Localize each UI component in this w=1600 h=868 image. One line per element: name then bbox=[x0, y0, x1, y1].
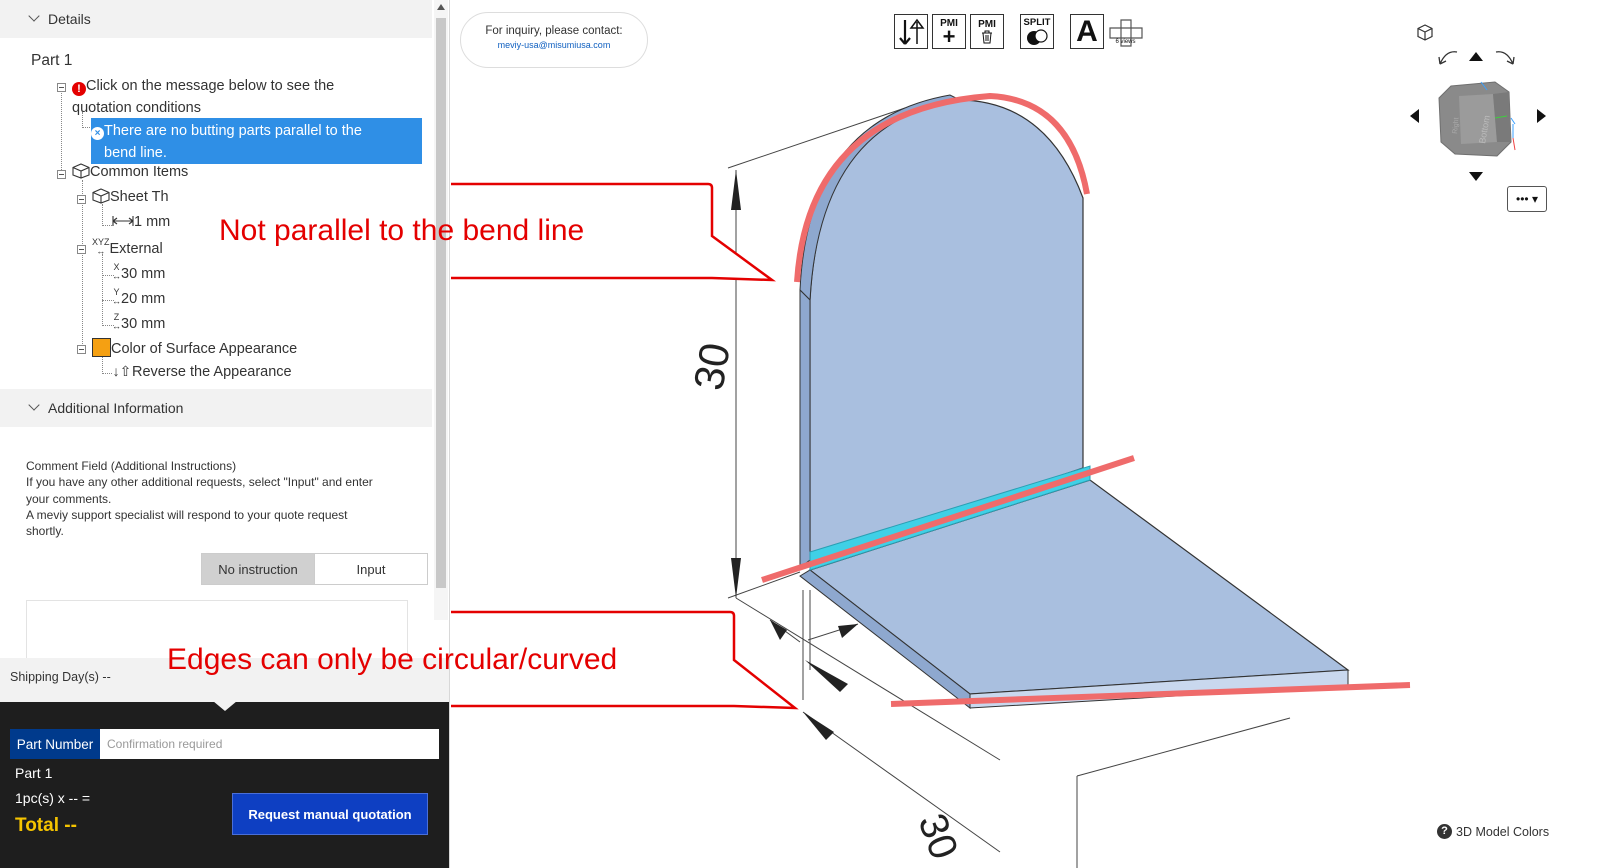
common-items-label: Common Items bbox=[90, 164, 189, 180]
reverse-arrows-icon: ↓⇧ bbox=[112, 363, 132, 379]
app: Details Part 1 ! Click on the message be… bbox=[0, 0, 1600, 868]
selected-error-text-1: There are no butting parts parallel to t… bbox=[104, 123, 362, 139]
comment-line4: shortly. bbox=[26, 524, 64, 539]
part-number-label: Part Number bbox=[10, 729, 100, 759]
xyz-label: XYZ bbox=[92, 237, 110, 247]
tree-line bbox=[82, 180, 83, 350]
x-axis-icon: X ↔ bbox=[112, 262, 121, 281]
z-value: 30 mm bbox=[121, 316, 166, 332]
error-message-2: quotation conditions bbox=[72, 100, 201, 116]
z-axis-label: Z bbox=[113, 312, 120, 322]
error-icon: ! bbox=[72, 82, 86, 96]
scrollbar[interactable] bbox=[434, 0, 448, 620]
model-colors-label: 3D Model Colors bbox=[1456, 824, 1550, 839]
model-drawing: 30 30 bbox=[451, 92, 1411, 868]
z-axis-icon: Z ↔ bbox=[112, 312, 121, 331]
reverse-label: Reverse the Appearance bbox=[132, 364, 292, 380]
x-dimension-node: X ↔30 mm bbox=[112, 262, 166, 283]
y-dimension-node: Y ↔20 mm bbox=[112, 287, 166, 308]
x-axis-label: X bbox=[113, 262, 120, 272]
selected-error-item[interactable]: × There are no butting parts parallel to … bbox=[91, 118, 422, 164]
details-header[interactable]: Details bbox=[0, 0, 432, 38]
dimension-extension-line bbox=[727, 571, 801, 599]
error-circle-icon: × bbox=[91, 127, 104, 140]
dimension-value-vertical: 30 bbox=[685, 339, 739, 393]
instruction-toggle: No instruction Input bbox=[201, 553, 428, 585]
comment-title: Comment Field (Additional Instructions) bbox=[26, 459, 237, 473]
comment-line1: If you have any other additional request… bbox=[26, 475, 373, 490]
details-tree: Part 1 ! Click on the message below to se… bbox=[0, 38, 432, 388]
tree-line bbox=[102, 373, 112, 374]
tree-line bbox=[61, 90, 62, 176]
z-dimension-node: Z ↔30 mm bbox=[112, 312, 166, 333]
common-items-node[interactable]: Common Items bbox=[72, 163, 188, 180]
xyz-icon: XYZ ↔ bbox=[92, 237, 110, 256]
tree-line bbox=[82, 127, 90, 128]
comment-line2: your comments. bbox=[26, 491, 112, 506]
part-number-input[interactable] bbox=[100, 729, 439, 759]
no-instruction-button[interactable]: No instruction bbox=[202, 554, 314, 584]
collapse-toggle[interactable] bbox=[77, 345, 86, 354]
selected-error-text-2: bend line. bbox=[104, 145, 167, 161]
left-panel: Details Part 1 ! Click on the message be… bbox=[0, 0, 450, 868]
help-icon: ? bbox=[1437, 824, 1452, 839]
thickness-value-node: 1 mm bbox=[112, 214, 170, 230]
comment-instructions: Comment Field (Additional Instructions) … bbox=[26, 458, 416, 539]
additional-info-header-label: Additional Information bbox=[48, 400, 184, 416]
total-price: Total -- bbox=[15, 815, 77, 836]
cube-icon bbox=[72, 163, 90, 179]
request-manual-quotation-button[interactable]: Request manual quotation bbox=[232, 793, 428, 835]
dimension-value-bottom: 30 bbox=[910, 808, 967, 865]
external-node[interactable]: XYZ ↔ External bbox=[92, 237, 163, 258]
width-arrow-icon bbox=[112, 216, 134, 226]
collapse-toggle[interactable] bbox=[57, 83, 66, 92]
error-node[interactable]: ! Click on the message below to see the q… bbox=[72, 75, 334, 119]
dimension-extension-line bbox=[1076, 717, 1291, 777]
color-swatch bbox=[92, 338, 111, 357]
additional-info-header[interactable]: Additional Information bbox=[0, 389, 432, 427]
wall-side-edge bbox=[799, 288, 811, 570]
comment-line3: A meviy support specialist will respond … bbox=[26, 507, 348, 522]
external-label: External bbox=[109, 241, 163, 257]
chevron-down-icon bbox=[28, 399, 40, 411]
collapse-toggle[interactable] bbox=[57, 170, 66, 179]
cube-icon bbox=[92, 188, 110, 204]
surface-color-node[interactable]: Color of Surface Appearance bbox=[92, 338, 297, 357]
input-button[interactable]: Input bbox=[314, 554, 427, 584]
collapse-toggle[interactable] bbox=[77, 245, 86, 254]
footer-part-name: Part 1 bbox=[15, 765, 53, 781]
part-title: Part 1 bbox=[31, 52, 73, 69]
callout-edges-curved: Edges can only be circular/curved bbox=[167, 643, 618, 676]
details-header-label: Details bbox=[48, 11, 91, 27]
quantity-text: 1pc(s) x -- = bbox=[15, 790, 91, 806]
reverse-appearance-node[interactable]: ↓⇧Reverse the Appearance bbox=[112, 363, 292, 380]
sheet-thickness-node[interactable]: Sheet Th bbox=[92, 188, 169, 205]
model-colors-link[interactable]: ? 3D Model Colors bbox=[1437, 824, 1549, 839]
quote-footer: Part Number Part 1 1pc(s) x -- = Total -… bbox=[0, 701, 449, 868]
error-message: Click on the message below to see the bbox=[86, 78, 335, 94]
chevron-down-icon bbox=[28, 10, 40, 22]
x-value: 30 mm bbox=[121, 266, 166, 282]
scrollbar-thumb[interactable] bbox=[436, 18, 446, 588]
tree-line bbox=[102, 354, 103, 374]
thickness-extension bbox=[802, 590, 811, 700]
sheet-thickness-label: Sheet Th bbox=[110, 189, 169, 205]
surface-color-label: Color of Surface Appearance bbox=[111, 341, 298, 357]
thickness-value: 1 mm bbox=[134, 214, 171, 230]
tree-line bbox=[102, 254, 103, 326]
tree-line bbox=[102, 225, 112, 226]
y-axis-label: Y bbox=[113, 287, 120, 297]
y-value: 20 mm bbox=[121, 291, 166, 307]
y-axis-icon: Y ↔ bbox=[112, 287, 121, 306]
scroll-up-icon[interactable] bbox=[437, 4, 445, 10]
tree-line bbox=[102, 204, 103, 226]
callout-not-parallel: Not parallel to the bend line bbox=[219, 214, 585, 247]
collapse-toggle[interactable] bbox=[77, 195, 86, 204]
footer-notch bbox=[213, 701, 237, 711]
